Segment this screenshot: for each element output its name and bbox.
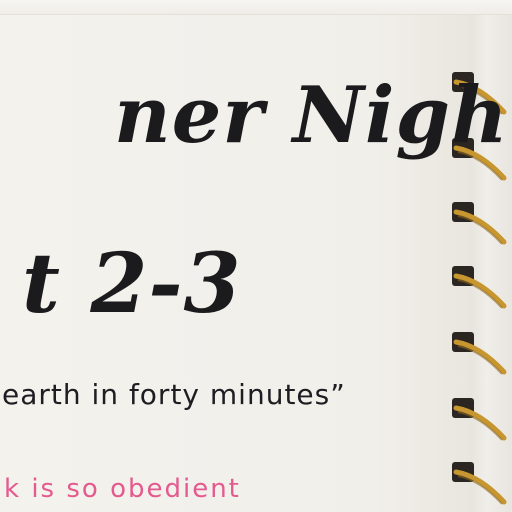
title-line-1: ner Night's	[114, 70, 512, 161]
pink-note-text: k is so obedient	[4, 474, 241, 504]
title-line-2: t 2-3	[22, 236, 242, 332]
subtitle-text: earth in forty minutes”	[2, 378, 346, 411]
top-paper-edge	[0, 0, 512, 15]
notebook-photo: ner Night's t 2-3 earth in forty minutes…	[0, 0, 512, 512]
